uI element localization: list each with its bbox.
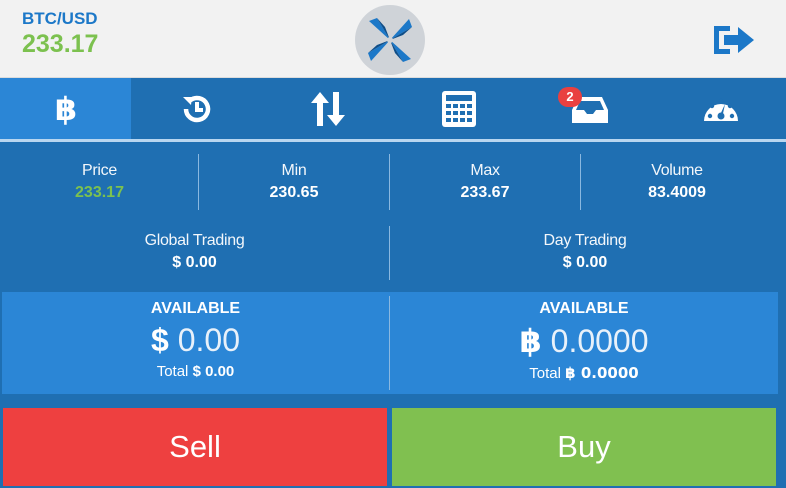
stat-min: Min 230.65 — [199, 162, 389, 202]
history-icon — [182, 95, 210, 123]
transfer-arrows-icon — [310, 92, 345, 126]
stat-volume-label: Volume — [651, 162, 703, 179]
day-trading-label: Day Trading — [543, 232, 627, 249]
inbox-count-badge: 2 — [558, 87, 582, 107]
market-stats: Price 233.17 Min 230.65 Max 233.67 Volum… — [0, 142, 786, 290]
app-header: BTC/USD 233.17 — [0, 0, 786, 78]
app-logo — [355, 5, 425, 75]
btc-total-value: ฿ 0.0000 — [565, 364, 639, 382]
stat-price: Price 233.17 — [0, 162, 199, 202]
stat-max: Max 233.67 — [390, 162, 580, 202]
stat-volume-value: 83.4009 — [648, 184, 706, 201]
dashboard-gauge-icon — [703, 98, 738, 121]
logout-button[interactable] — [710, 22, 758, 58]
bitcoin-symbol-icon: ฿ — [519, 322, 542, 360]
dollar-icon: $ — [151, 322, 169, 358]
tab-calculator[interactable] — [393, 78, 524, 140]
stat-price-value: 233.17 — [75, 184, 124, 201]
tab-dashboard[interactable] — [655, 78, 786, 140]
usd-balance: AVAILABLE $ 0.00 Total $ 0.00 — [2, 292, 389, 394]
sell-button[interactable]: Sell — [3, 408, 387, 486]
usd-total: Total $ 0.00 — [2, 363, 389, 380]
stat-min-value: 230.65 — [269, 184, 319, 201]
current-price: 233.17 — [22, 30, 99, 58]
usd-total-value: $ 0.00 — [192, 363, 235, 380]
currency-pair: BTC/USD — [22, 9, 98, 28]
logout-icon — [714, 26, 754, 54]
svg-text:฿: ฿ — [54, 91, 76, 127]
main-tabs: ฿ — [0, 78, 786, 142]
tab-inbox[interactable] — [524, 78, 655, 140]
buy-button[interactable]: Buy — [392, 408, 776, 486]
stat-price-label: Price — [82, 162, 117, 179]
btc-available-amount: ฿ 0.0000 — [390, 322, 778, 360]
global-trading-label: Global Trading — [144, 232, 245, 249]
usd-amount-value: 0.00 — [177, 322, 240, 358]
usd-available-amount: $ 0.00 — [2, 322, 389, 359]
stat-volume: Volume 83.4009 — [581, 162, 773, 202]
day-trading-value: $ 0.00 — [562, 254, 608, 271]
stat-max-value: 233.67 — [460, 184, 510, 201]
btc-total-label: Total — [529, 365, 561, 382]
calculator-icon — [441, 91, 476, 127]
logo-icon — [368, 18, 412, 62]
usd-available-title: AVAILABLE — [150, 300, 241, 317]
btc-amount-value: 0.0000 — [550, 323, 649, 359]
usd-total-label: Total — [156, 363, 189, 380]
global-trading-value: $ 0.00 — [172, 254, 217, 271]
bitcoin-icon: ฿ — [54, 91, 76, 127]
stat-day-trading: Day Trading $ 0.00 — [390, 232, 780, 272]
btc-available-title: AVAILABLE — [539, 300, 629, 317]
tab-history[interactable] — [131, 78, 262, 140]
tab-transfer[interactable] — [262, 78, 393, 140]
stat-min-label: Min — [281, 162, 307, 179]
available-balances: AVAILABLE $ 0.00 Total $ 0.00 AVAILABLE … — [2, 292, 778, 394]
btc-total: Total ฿ 0.0000 — [390, 364, 778, 382]
tab-bitcoin[interactable]: ฿ — [0, 78, 131, 140]
stat-global-trading: Global Trading $ 0.00 — [0, 232, 389, 272]
btc-balance: AVAILABLE ฿ 0.0000 Total ฿ 0.0000 — [390, 292, 778, 394]
stat-max-label: Max — [470, 162, 500, 179]
